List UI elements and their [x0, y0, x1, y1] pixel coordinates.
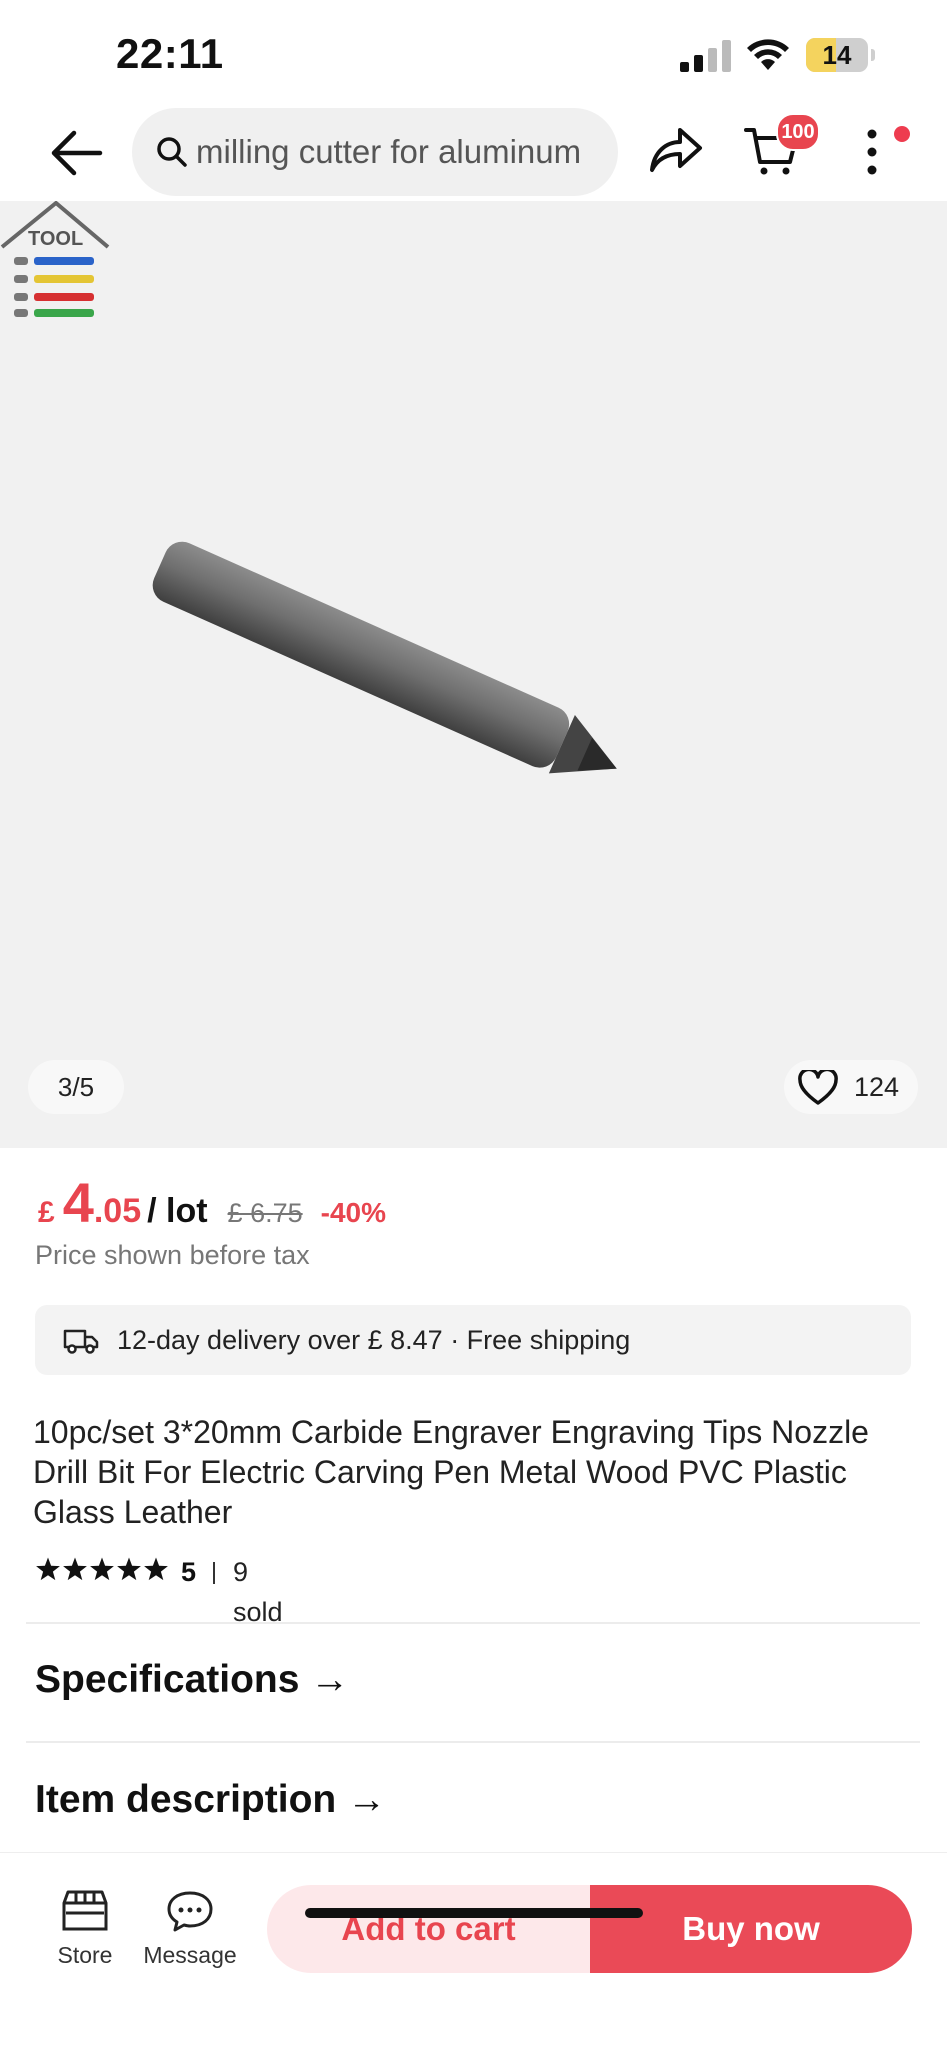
search-icon: [157, 137, 187, 167]
store-label: Store: [57, 1942, 113, 1968]
price-unit: / lot: [147, 1192, 208, 1230]
rating-value: 5: [181, 1557, 197, 1587]
product-title: 10pc/set 3*20mm Carbide Engraver Engravi…: [33, 1414, 869, 1530]
star-rating-icon: [36, 1557, 168, 1581]
star-icon: [144, 1557, 168, 1581]
message-label: Message: [143, 1942, 237, 1968]
search-query[interactable]: milling cutter for aluminum: [196, 128, 616, 176]
delivery-info[interactable]: 12-day delivery over £ 8.47 · Free shipp…: [35, 1305, 911, 1375]
item-description-link[interactable]: Item description →: [35, 1770, 386, 1830]
search-bar[interactable]: milling cutter for aluminum: [132, 108, 618, 196]
svg-text:TOOL: TOOL: [28, 228, 83, 250]
home-indicator: [305, 1908, 643, 1918]
favorite-button[interactable]: 124: [784, 1060, 918, 1114]
tax-note: Price shown before tax: [35, 1240, 310, 1270]
message-icon: [167, 1891, 213, 1932]
cellular-signal-icon: [680, 40, 731, 72]
star-icon: [117, 1557, 141, 1581]
star-icon: [63, 1557, 87, 1581]
store-logo: TOOL: [0, 201, 110, 317]
product-gallery[interactable]: TOOL 3/5 124: [0, 201, 947, 1148]
message-button[interactable]: Message: [140, 1889, 240, 1969]
battery-percent: 14: [822, 40, 852, 70]
price-decimal: .05: [93, 1192, 142, 1230]
heart-icon: [798, 1070, 838, 1105]
buy-now-button[interactable]: Buy now: [590, 1885, 912, 1973]
battery-nub: [871, 49, 875, 61]
specifications-link[interactable]: Specifications →: [35, 1650, 349, 1710]
divider: [26, 1741, 920, 1743]
status-bar: 22:11 14: [0, 0, 947, 105]
store-button[interactable]: Store: [35, 1889, 135, 1969]
product-image: [152, 541, 617, 774]
bottom-action-bar: Store Message Add to cart Buy now: [0, 1852, 947, 2049]
sold-count: 9 sold: [233, 1557, 283, 1627]
favorite-count: 124: [854, 1072, 900, 1102]
share-icon[interactable]: [648, 126, 704, 174]
arrow-right-icon: →: [310, 1658, 350, 1701]
discount-badge: -40%: [320, 1197, 386, 1228]
cart-count-badge: 100: [776, 113, 820, 151]
store-icon: [62, 1890, 108, 1931]
arrow-right-icon: →: [347, 1778, 387, 1821]
divider: [26, 1622, 920, 1624]
star-icon: [36, 1557, 60, 1581]
back-arrow-icon[interactable]: [48, 128, 104, 178]
wifi-icon: [747, 39, 789, 70]
item-description-label: Item description: [35, 1778, 337, 1821]
price-currency: £: [38, 1196, 55, 1229]
image-pager: 3/5: [28, 1060, 124, 1114]
add-to-cart-button[interactable]: Add to cart: [267, 1885, 590, 1973]
specifications-label: Specifications: [35, 1658, 300, 1701]
price-row: £4.05/ lot £ 6.75 -40%: [38, 1170, 386, 1240]
notification-dot: [894, 126, 910, 142]
rating-divider: [213, 1562, 215, 1584]
more-options-icon[interactable]: [862, 128, 882, 176]
truck-icon: [63, 1329, 99, 1354]
star-icon: [90, 1557, 114, 1581]
status-time: 22:11: [116, 30, 224, 77]
battery-icon: 14: [806, 38, 868, 72]
price-integer: 4: [62, 1171, 94, 1234]
original-price: £ 6.75: [227, 1198, 303, 1228]
delivery-text: 12-day delivery over £ 8.47 · Free shipp…: [117, 1325, 631, 1355]
